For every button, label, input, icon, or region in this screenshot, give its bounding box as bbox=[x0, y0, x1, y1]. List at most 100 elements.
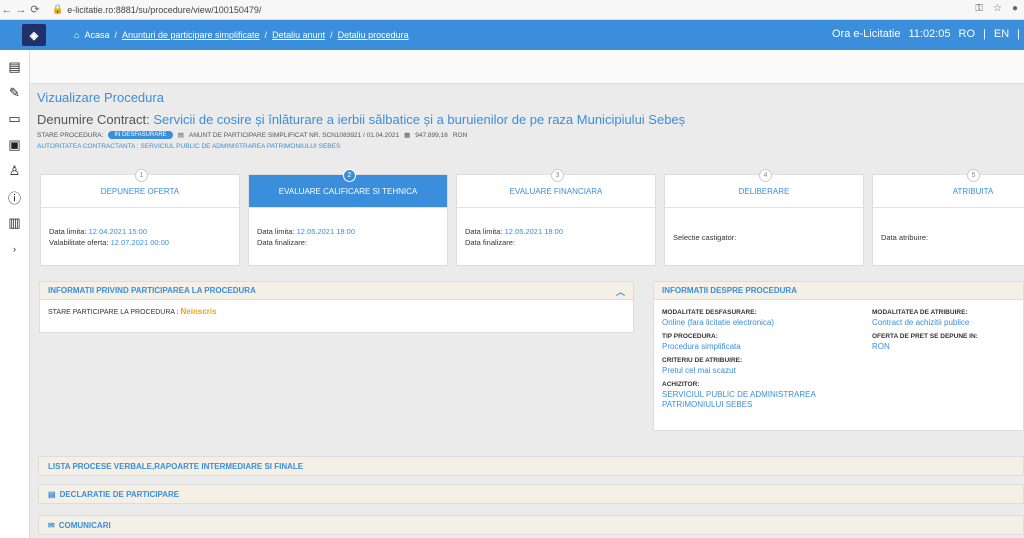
step-number: 3 bbox=[551, 169, 564, 182]
step-number: 4 bbox=[759, 169, 772, 182]
profile-icon[interactable]: ● bbox=[1012, 3, 1018, 14]
breadcrumb-detaliu-procedura[interactable]: Detaliu procedura bbox=[338, 30, 409, 40]
participare-title: INFORMATII PRIVIND PARTICIPAREA LA PROCE… bbox=[48, 286, 256, 295]
breadcrumb-separator: / bbox=[330, 30, 333, 40]
valoare: 947.899,16 bbox=[415, 131, 448, 139]
chart-icon[interactable]: ▥ bbox=[0, 210, 29, 236]
breadcrumb: ⌂ Acasa / Anunturi de participare simpli… bbox=[74, 30, 409, 40]
money-icon: ▦ bbox=[404, 132, 411, 139]
step-evaluare-financiara[interactable]: 3 EVALUARE FINANCIARA Data limita: 12.05… bbox=[456, 169, 656, 266]
tip-label: TIP PROCEDURA: bbox=[662, 333, 718, 340]
lang-ro[interactable]: RO bbox=[959, 28, 976, 40]
step-number: 1 bbox=[135, 169, 148, 182]
procese-title: LISTA PROCESE VERBALE,RAPOARTE INTERMEDI… bbox=[48, 461, 304, 471]
browser-bar: ← → ⟳ 🔒 e-licitatie.ro:8881/su/procedure/… bbox=[0, 0, 1024, 20]
step-value: 12.05.2021 18:00 bbox=[296, 227, 355, 236]
procedure-meta: STARE PROCEDURA: IN DESFASURARE ▤ ANUNT … bbox=[37, 131, 467, 139]
participare-header[interactable]: INFORMATII PRIVIND PARTICIPAREA LA PROCE… bbox=[40, 282, 633, 300]
document-icon: ▤ bbox=[48, 489, 56, 499]
chevron-right-icon[interactable]: › bbox=[0, 236, 29, 262]
comunicari-bar[interactable]: ✉ COMUNICARI bbox=[38, 515, 1024, 535]
user-icon[interactable]: ♙ bbox=[0, 158, 29, 184]
crit-value: Pretul cel mai scazut bbox=[662, 366, 736, 375]
cards-icon[interactable]: ▭ bbox=[0, 106, 29, 132]
envelope-icon: ✉ bbox=[48, 520, 55, 530]
main-content: Vizualizare Procedura Denumire Contract:… bbox=[30, 84, 1024, 538]
autoritate-label: AUTORITATEA CONTRACTANTA : bbox=[37, 143, 139, 150]
step-label: Data limita: bbox=[49, 227, 87, 236]
reload-icon[interactable]: ⟳ bbox=[28, 3, 42, 16]
clock-time: 11:02:05 bbox=[908, 28, 951, 40]
step-label: Data limita: bbox=[465, 227, 503, 236]
sidebar: ▤ ✎ ▭ ▣ ♙ ⓘ ▥ › bbox=[0, 50, 30, 538]
book-icon[interactable]: ▣ bbox=[0, 132, 29, 158]
step-label: Selectie castigator: bbox=[673, 233, 737, 242]
lang-en[interactable]: EN bbox=[994, 28, 1009, 40]
anunt-number[interactable]: ANUNT DE PARTICIPARE SIMPLIFICAT NR. SCN… bbox=[189, 132, 399, 139]
step-number: 5 bbox=[967, 169, 980, 182]
moneda: RON bbox=[452, 131, 468, 139]
lang-separator: | bbox=[1017, 28, 1020, 40]
chevron-up-icon[interactable]: ︿ bbox=[616, 285, 625, 298]
step-value: 12.04.2021 15:00 bbox=[88, 227, 147, 236]
participare-status: Neinscris bbox=[180, 307, 217, 316]
home-icon[interactable]: ⌂ bbox=[74, 30, 79, 40]
modatr-value: Contract de achizitii publice bbox=[872, 318, 970, 327]
breadcrumb-detaliu-anunt[interactable]: Detaliu anunt bbox=[272, 30, 325, 40]
modatr-label: MODALITATEA DE ATRIBUIRE: bbox=[872, 309, 968, 316]
step-value: 12.05.2021 18:00 bbox=[504, 227, 563, 236]
declaratie-bar[interactable]: ▤ DECLARATIE DE PARTICIPARE bbox=[38, 484, 1024, 504]
top-right: Ora e-Licitatie 11:02:05 RO | EN | bbox=[832, 28, 1020, 40]
breadcrumb-anunturi[interactable]: Anunturi de participare simplificate bbox=[122, 30, 260, 40]
participare-label: STARE PARTICIPARE LA PROCEDURA : bbox=[48, 309, 179, 316]
contract-heading: Denumire Contract: Servicii de cosire și… bbox=[37, 112, 685, 127]
step-evaluare-calificare[interactable]: 2 EVALUARE CALIFICARE SI TEHNICA Data li… bbox=[248, 169, 448, 266]
forward-icon[interactable]: → bbox=[14, 4, 28, 16]
info-header: INFORMATII DESPRE PROCEDURA bbox=[654, 282, 1023, 300]
step-label: Data limita: bbox=[257, 227, 295, 236]
autoritate-link[interactable]: SERVICIUL PUBLIC DE ADMINISTRAREA PATRIM… bbox=[140, 143, 340, 150]
breadcrumb-separator: / bbox=[114, 30, 117, 40]
url-text: e-licitatie.ro:8881/su/procedure/view/10… bbox=[67, 4, 262, 15]
document-icon: ▤ bbox=[177, 132, 184, 139]
back-icon[interactable]: ← bbox=[0, 4, 14, 16]
top-navbar: ◈ ⌂ Acasa / Anunturi de participare simp… bbox=[0, 20, 1024, 50]
info-title: INFORMATII DESPRE PROCEDURA bbox=[662, 286, 797, 295]
star-icon[interactable]: ☆ bbox=[993, 3, 1002, 14]
comunicari-title: COMUNICARI bbox=[58, 520, 111, 530]
address-bar[interactable]: 🔒 e-licitatie.ro:8881/su/procedure/view/1… bbox=[52, 4, 261, 15]
step-number: 2 bbox=[343, 169, 356, 182]
info-procedura-panel: INFORMATII DESPRE PROCEDURA MODALITATE D… bbox=[653, 281, 1024, 431]
logo-icon[interactable]: ◈ bbox=[22, 24, 46, 46]
crit-label: CRITERIU DE ATRIBUIRE: bbox=[662, 357, 743, 364]
breadcrumb-home[interactable]: Acasa bbox=[84, 30, 109, 40]
oferta-label: OFERTA DE PRET SE DEPUNE IN: bbox=[872, 333, 978, 340]
step-title: ATRIBUITA bbox=[873, 175, 1024, 208]
step-atribuita[interactable]: 5 ATRIBUITA Data atribuire: bbox=[872, 169, 1024, 266]
procese-verbale-bar[interactable]: LISTA PROCESE VERBALE,RAPOARTE INTERMEDI… bbox=[38, 456, 1024, 476]
achizitor-value[interactable]: SERVICIUL PUBLIC DE ADMINISTRAREA PATRIM… bbox=[662, 390, 842, 410]
document-icon[interactable]: ▤ bbox=[0, 54, 29, 80]
procedure-steps: 1 DEPUNERE OFERTA Data limita: 12.04.202… bbox=[40, 169, 1024, 268]
breadcrumb-separator: / bbox=[264, 30, 268, 40]
contract-name: Servicii de cosire și înlăturare a ierbi… bbox=[153, 112, 686, 127]
page-title: Vizualizare Procedura bbox=[37, 90, 164, 105]
mod-value: Online (fara licitatie electronica) bbox=[662, 318, 775, 327]
edit-document-icon[interactable]: ✎ bbox=[0, 80, 29, 106]
step-label: Data finalizare: bbox=[257, 238, 308, 247]
oferta-value: RON bbox=[872, 342, 890, 351]
status-badge: IN DESFASURARE bbox=[108, 131, 173, 139]
step-depunere-oferta[interactable]: 1 DEPUNERE OFERTA Data limita: 12.04.202… bbox=[40, 169, 240, 266]
contract-label: Denumire Contract: bbox=[37, 112, 150, 127]
lock-icon: 🔒 bbox=[52, 4, 64, 14]
toolbar-area bbox=[30, 50, 1024, 84]
tip-value: Procedura simplificata bbox=[662, 342, 741, 351]
key-icon[interactable]: ⚿ bbox=[975, 3, 983, 14]
step-label: Valabilitate oferta: bbox=[49, 238, 109, 247]
step-deliberare[interactable]: 4 DELIBERARE Selectie castigator: bbox=[664, 169, 864, 266]
alert-icon[interactable]: ⓘ bbox=[0, 184, 29, 210]
stare-label: STARE PROCEDURA: bbox=[37, 131, 104, 139]
achizitor-label: ACHIZITOR: bbox=[662, 381, 700, 388]
step-label: Data atribuire: bbox=[881, 233, 929, 242]
declaratie-title: DECLARATIE DE PARTICIPARE bbox=[59, 489, 180, 499]
